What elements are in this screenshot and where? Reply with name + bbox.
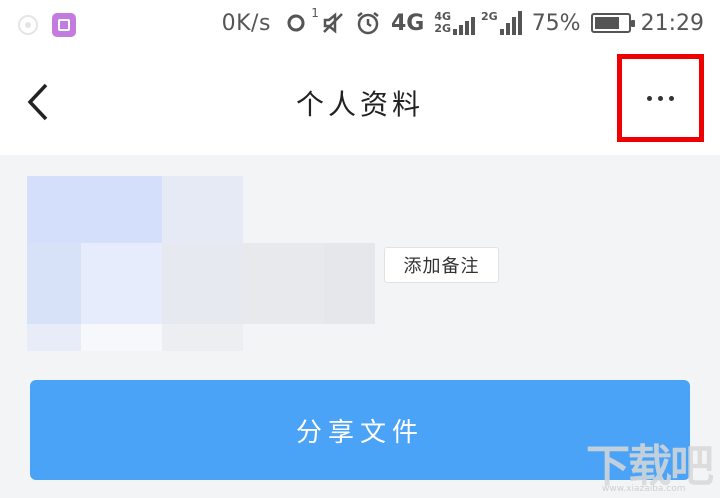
page-title: 个人资料 [295,88,424,121]
watermark: 下载吧 www.xiazaiba.com [586,428,716,496]
add-remark-button[interactable]: 添加备注 [384,247,499,283]
status-bar: 0K/s 1 4G 4G 2G 2G 75% 21:29 [0,0,720,50]
more-horizontal-icon [647,95,652,101]
sim2-type: 2G [434,22,451,35]
battery-icon [590,13,635,33]
navigation-header: 个人资料 [0,50,720,155]
battery-level [594,17,619,29]
alarm-icon [355,10,381,36]
status-right-icons: 0K/s 1 4G 4G 2G 2G 75% 21:29 [221,6,704,36]
blurred-avatar-image [27,176,375,351]
gallery-app-icon [52,13,76,37]
circle-status-icon [18,15,38,35]
network-speed: 0K/s [221,10,271,36]
hotspot-icon: 1 [281,6,319,36]
watermark-url: www.xiazaiba.com [602,484,686,494]
network-type: 4G [390,10,425,36]
more-options-button[interactable] [617,54,704,142]
status-left-icons [18,13,76,37]
vibrate-off-icon [321,11,345,35]
signal-icon: 4G 2G 2G [434,11,522,35]
hotspot-badge: 1 [311,6,319,20]
battery-percent: 75% [531,10,581,36]
clock: 21:29 [640,10,704,36]
